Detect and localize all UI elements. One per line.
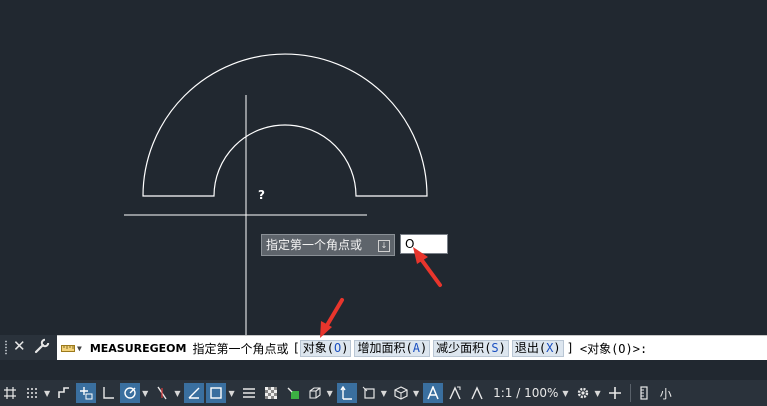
annotation-visibility-icon[interactable]	[423, 383, 444, 403]
recent-commands-dropdown-icon[interactable]: ▼	[77, 344, 82, 353]
option-add-area[interactable]: 增加面积(A)	[354, 339, 431, 357]
plus-icon[interactable]	[605, 383, 625, 403]
object-snap-tracking-icon[interactable]	[184, 383, 205, 403]
grid-icon[interactable]	[0, 383, 20, 403]
workspace-gear-icon[interactable]	[573, 383, 593, 403]
selection-cycling-icon[interactable]	[283, 383, 303, 403]
gizmo-icon[interactable]	[391, 383, 411, 403]
command-prompt: 指定第一个角点或	[192, 341, 289, 356]
3d-object-snap-icon[interactable]	[305, 383, 325, 403]
status-bar: ▼ ▼ ▼ ▼ ▼ ▼ ▼ 1:1 / 100% ▼ ▼ 小	[0, 380, 767, 406]
isodraft-icon[interactable]	[152, 383, 172, 403]
option-exit[interactable]: 退出(X)	[511, 339, 564, 357]
lineweight-icon[interactable]	[239, 383, 259, 403]
ortho-mode-icon[interactable]	[98, 383, 118, 403]
object-snap-icon[interactable]	[206, 383, 227, 403]
close-icon[interactable]: ✕	[13, 337, 26, 355]
transparency-icon[interactable]	[261, 383, 281, 403]
workspace-dropdown-icon[interactable]: ▼	[595, 389, 601, 398]
units-ruler-icon[interactable]	[634, 383, 654, 403]
snap-dots-icon[interactable]	[22, 383, 42, 403]
polar-dropdown-icon[interactable]: ▼	[142, 389, 148, 398]
dynamic-input-prompt-text: 指定第一个角点或	[266, 238, 363, 252]
selection-filter-dropdown-icon[interactable]: ▼	[381, 389, 387, 398]
command-line-controls: ✕	[0, 335, 57, 360]
polar-tracking-icon[interactable]	[120, 383, 141, 403]
isodraft-dropdown-icon[interactable]: ▼	[174, 389, 180, 398]
ruler-icon	[61, 345, 75, 352]
annotation-scale-value[interactable]: 1:1 / 100%	[493, 386, 558, 400]
arch-geometry[interactable]	[142, 53, 428, 197]
status-separator	[629, 384, 631, 402]
gizmo-dropdown-icon[interactable]: ▼	[413, 389, 419, 398]
infer-constraints-icon[interactable]	[54, 383, 74, 403]
object-snap-dropdown-icon[interactable]: ▼	[228, 389, 234, 398]
status-trailing-text: 小	[659, 386, 672, 401]
wrench-icon[interactable]	[34, 338, 50, 354]
drawing-canvas[interactable]	[0, 0, 767, 335]
snap-dropdown-icon[interactable]: ▼	[44, 389, 50, 398]
dynamic-input-field[interactable]: O	[400, 234, 448, 254]
command-line[interactable]: ▼ MEASUREGEOM 指定第一个角点或 [ 对象(O) 增加面积(A) 减…	[57, 335, 767, 360]
command-name: MEASUREGEOM	[89, 341, 187, 355]
dynamic-input-prompt: 指定第一个角点或 ↓	[261, 234, 395, 256]
dynamic-ucs-icon[interactable]	[336, 383, 357, 403]
3d-osnap-dropdown-icon[interactable]: ▼	[327, 389, 333, 398]
bracket-open: [	[292, 341, 300, 355]
annotation-scale-dropdown-icon[interactable]: ▼	[562, 389, 568, 398]
annotation-scale-icon[interactable]	[467, 383, 487, 403]
bracket-close: ]	[566, 341, 574, 355]
options-down-arrow-icon[interactable]: ↓	[378, 240, 390, 252]
dynamic-input-toggle-icon[interactable]	[76, 383, 97, 403]
auto-scale-icon[interactable]	[445, 383, 465, 403]
default-option: <对象(O)>:	[579, 341, 648, 356]
option-subtract-area[interactable]: 减少面积(S)	[433, 339, 509, 357]
option-object[interactable]: 对象(O)	[299, 339, 352, 357]
selection-filter-icon[interactable]	[359, 383, 379, 403]
drag-grip-icon[interactable]	[4, 340, 8, 355]
cursor-question-mark: ?	[258, 188, 265, 202]
